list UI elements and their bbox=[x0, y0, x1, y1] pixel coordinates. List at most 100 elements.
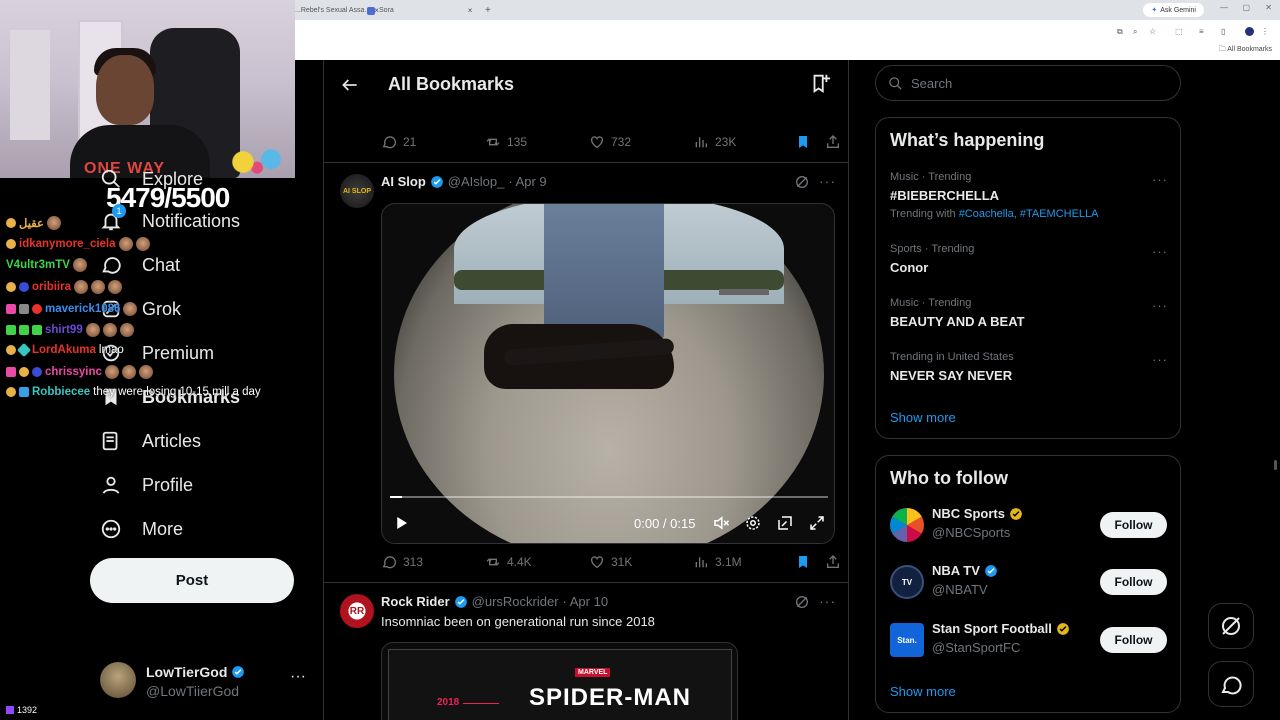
reply-icon bbox=[382, 556, 397, 569]
messages-fab-button[interactable] bbox=[1208, 661, 1254, 707]
show-more-link[interactable]: Show more bbox=[890, 684, 956, 699]
follow-suggestion[interactable]: Stan. Stan Sport Football @StanSportFC F… bbox=[890, 621, 1170, 661]
minimize-icon[interactable]: — bbox=[1220, 3, 1228, 12]
ellipsis-icon[interactable]: ··· bbox=[819, 173, 836, 189]
follow-button[interactable]: Follow bbox=[1100, 512, 1167, 538]
ellipsis-icon[interactable]: ··· bbox=[819, 593, 836, 609]
puzzle-icon[interactable]: ⬚ bbox=[1175, 27, 1183, 36]
nav-articles[interactable]: Articles bbox=[100, 430, 201, 452]
follow-handle: @NBCSports bbox=[932, 525, 1011, 540]
fullscreen-icon[interactable] bbox=[808, 514, 826, 532]
crown-badge-icon bbox=[6, 239, 16, 249]
volume-muted-icon[interactable] bbox=[712, 514, 730, 532]
zoom-icon[interactable]: ⌕ bbox=[1133, 27, 1137, 37]
tweet-author-handle[interactable]: @ursRockrider bbox=[472, 594, 559, 609]
ellipsis-icon[interactable]: ··· bbox=[1152, 244, 1168, 259]
ellipsis-icon[interactable]: ··· bbox=[1152, 352, 1168, 367]
trend-name[interactable]: NEVER SAY NEVER bbox=[890, 368, 1012, 383]
nav-profile[interactable]: Profile bbox=[100, 474, 193, 496]
maximize-icon[interactable]: ▢ bbox=[1242, 3, 1250, 12]
repost-button[interactable]: 135 bbox=[485, 134, 589, 150]
bookmark-folder-add-icon[interactable] bbox=[809, 72, 831, 94]
extension-icon[interactable]: ⧉ bbox=[1117, 27, 1123, 37]
sidebar-icon[interactable]: ▯ bbox=[1221, 27, 1225, 36]
nav-more[interactable]: More bbox=[100, 518, 183, 540]
tweet-date[interactable]: · Apr 10 bbox=[563, 594, 609, 609]
bookmark-icon[interactable] bbox=[795, 134, 811, 150]
play-icon[interactable] bbox=[392, 514, 410, 532]
star-icon[interactable]: ☆ bbox=[1149, 27, 1156, 36]
tweet-author-handle[interactable]: @AIslop_ bbox=[448, 174, 505, 189]
follow-name-text: NBC Sports bbox=[932, 506, 1005, 521]
profile-avatar[interactable] bbox=[1245, 27, 1254, 36]
trend-name[interactable]: BEAUTY AND A BEAT bbox=[890, 314, 1025, 329]
search-input[interactable]: Search bbox=[875, 65, 1181, 101]
avatar[interactable]: AI SLOP bbox=[340, 174, 374, 208]
emote-icon bbox=[102, 323, 117, 337]
diamond-badge-icon bbox=[16, 342, 32, 358]
tweet-author-name[interactable]: Rock Rider bbox=[381, 594, 450, 609]
grok-fab-button[interactable] bbox=[1208, 603, 1254, 649]
show-more-link[interactable]: Show more bbox=[890, 410, 956, 425]
ellipsis-icon[interactable]: ··· bbox=[290, 668, 306, 686]
video-progress-fill bbox=[390, 496, 402, 498]
follow-button[interactable]: Follow bbox=[1100, 627, 1167, 653]
video-player[interactable]: 0:00 / 0:15 bbox=[381, 203, 835, 544]
media-icon[interactable]: ≡ bbox=[1199, 27, 1204, 36]
new-tab-icon[interactable]: + bbox=[485, 3, 491, 18]
ellipsis-icon[interactable]: ··· bbox=[1152, 298, 1168, 313]
avatar: Stan. bbox=[890, 623, 924, 657]
emote-icon bbox=[85, 323, 100, 337]
grok-icon[interactable] bbox=[794, 594, 810, 610]
tab-label: ...Rebel's Sexual Assa... bbox=[295, 7, 371, 14]
reply-count: 21 bbox=[403, 135, 417, 149]
repost-button[interactable]: 4.4K bbox=[485, 554, 589, 570]
share-icon[interactable] bbox=[825, 554, 841, 570]
follow-suggestion[interactable]: TV NBA TV @NBATV Follow bbox=[890, 563, 1170, 603]
tweet-author-name[interactable]: AI Slop bbox=[381, 174, 426, 189]
trend-context-links[interactable]: #Coachella, #TAEMCHELLA bbox=[959, 208, 1099, 220]
picture-in-picture-icon[interactable] bbox=[776, 514, 794, 532]
video-progress-bar[interactable] bbox=[390, 496, 828, 498]
grok-icon[interactable] bbox=[794, 174, 810, 190]
page-scrollbar[interactable] bbox=[1271, 60, 1280, 720]
chat-message: oribiira bbox=[6, 280, 122, 294]
scrollbar-thumb[interactable] bbox=[1274, 460, 1277, 470]
avatar[interactable]: RR bbox=[340, 594, 374, 628]
nav-notifications[interactable]: 1 Notifications bbox=[100, 204, 240, 232]
tweet-media[interactable]: MARVEL SPIDER-MAN 2018 bbox=[381, 642, 738, 720]
gemini-icon: ✦ bbox=[1151, 7, 1158, 14]
share-icon[interactable] bbox=[825, 134, 841, 150]
post-button[interactable]: Post bbox=[90, 558, 294, 603]
back-arrow-icon[interactable] bbox=[340, 75, 360, 95]
menu-icon[interactable]: ⋮ bbox=[1261, 27, 1269, 36]
views-button[interactable]: 3.1M bbox=[693, 554, 795, 570]
trend-name[interactable]: #BIEBERCHELLA bbox=[890, 188, 999, 203]
search-icon bbox=[889, 76, 902, 90]
browser-tab-sora[interactable]: Sora × bbox=[367, 3, 477, 18]
account-name-text: LowTierGod bbox=[146, 664, 228, 680]
reply-button[interactable]: 313 bbox=[381, 554, 485, 570]
like-button[interactable]: 31K bbox=[589, 554, 693, 570]
settings-gear-icon[interactable] bbox=[744, 514, 762, 532]
ellipsis-icon[interactable]: ··· bbox=[1152, 172, 1168, 187]
like-button[interactable]: 732 bbox=[589, 134, 693, 150]
account-switcher[interactable]: LowTierGod @LowTiierGod ··· bbox=[100, 662, 312, 702]
video-controls: 0:00 / 0:15 bbox=[382, 510, 834, 536]
views-button[interactable]: 23K bbox=[693, 134, 795, 150]
trend-name[interactable]: Conor bbox=[890, 260, 928, 275]
bookmark-icon[interactable] bbox=[795, 554, 811, 570]
tweet-date[interactable]: · Apr 9 bbox=[508, 174, 546, 189]
follow-button[interactable]: Follow bbox=[1100, 569, 1167, 595]
chat-message: chrissyinc bbox=[6, 365, 153, 379]
reply-button[interactable]: 21 bbox=[381, 134, 485, 150]
all-bookmarks-folder[interactable]: 🗀 All Bookmarks bbox=[1219, 45, 1272, 56]
crown-badge-icon bbox=[6, 345, 16, 355]
ask-gemini-button[interactable]: ✦ Ask Gemini bbox=[1143, 3, 1204, 17]
close-window-icon[interactable]: ✕ bbox=[1265, 3, 1272, 12]
follow-suggestion[interactable]: NBC Sports @NBCSports Follow bbox=[890, 506, 1170, 546]
follow-name: NBC Sports bbox=[932, 506, 1023, 521]
close-icon[interactable]: × bbox=[468, 6, 473, 15]
nav-chat[interactable]: Chat bbox=[100, 254, 180, 276]
avatar bbox=[100, 662, 136, 698]
